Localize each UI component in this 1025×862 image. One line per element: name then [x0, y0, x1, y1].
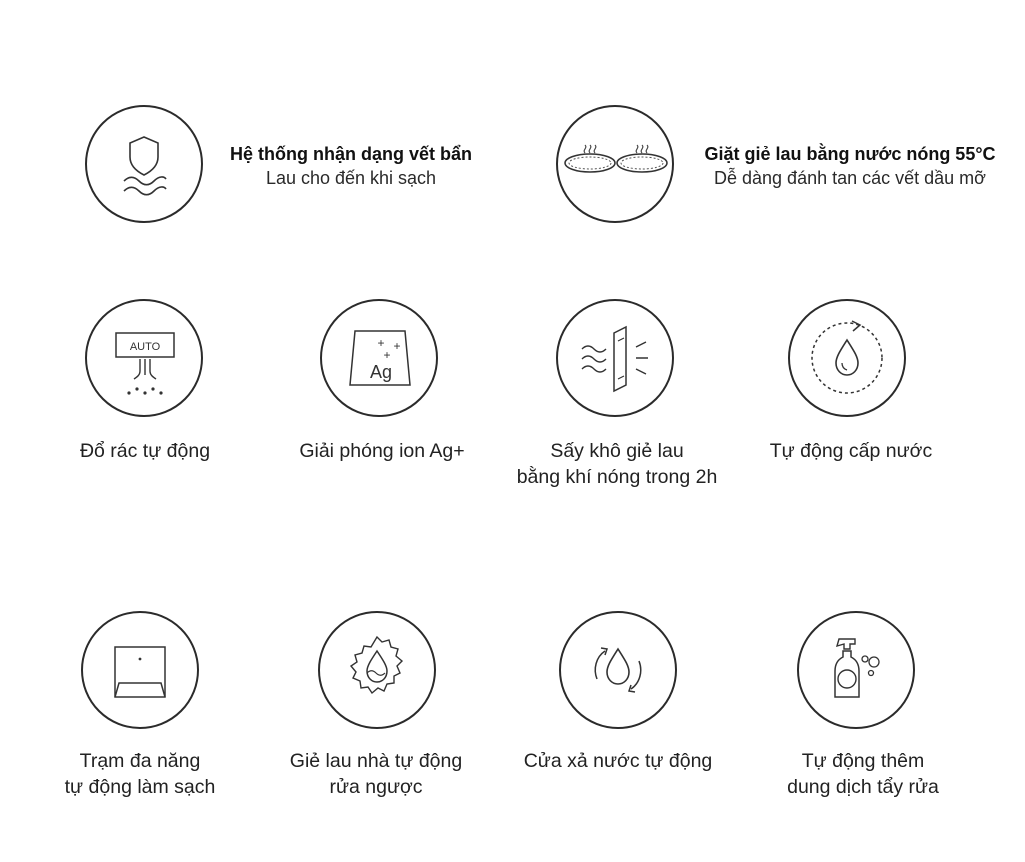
feature-subtitle: Dễ dàng đánh tan các vết dầu mỡ — [714, 168, 986, 188]
label-base-station: Trạm đa năng tự động làm sạch — [20, 748, 260, 800]
silver-ion-icon-circle: Ag + + + — [320, 299, 438, 417]
label-line2: bằng khí nóng trong 2h — [516, 466, 718, 488]
auto-empty-icon-circle: AUTO — [85, 299, 203, 417]
hot-mop-pads-icon-circle — [556, 105, 674, 223]
feature-hot-water-wash: Giặt giẻ lau bằng nước nóng 55°C Dễ dàng… — [688, 142, 1012, 190]
shield-water-icon-circle — [85, 105, 203, 223]
label-line1: Cửa xả nước tự động — [523, 750, 713, 772]
water-refill-icon — [811, 320, 883, 394]
base-station-icon — [114, 646, 166, 698]
label-line1: Giải phóng ion Ag+ — [299, 440, 465, 462]
label-hot-air-dry: Sấy khô giẻ lau bằng khí nóng trong 2h — [497, 438, 737, 490]
feature-stain-detection: Hệ thống nhận dạng vết bẩn Lau cho đến k… — [210, 142, 492, 190]
label-mop-self-wash: Giẻ lau nhà tự động rửa ngược — [256, 748, 496, 800]
water-drain-cycle-icon-circle — [559, 611, 677, 729]
ag-text: Ag — [370, 362, 392, 382]
label-line1: Tự động cấp nước — [769, 440, 933, 462]
detergent-bottle-icon-circle — [797, 611, 915, 729]
label-line2: dung dịch tẩy rửa — [787, 776, 939, 798]
label-line1: Sấy khô giẻ lau — [550, 440, 684, 462]
label-water-refill: Tự động cấp nước — [731, 438, 971, 464]
label-line1: Giẻ lau nhà tự động — [289, 750, 463, 772]
feature-title: Hệ thống nhận dạng vết bẩn — [230, 144, 472, 164]
hot-air-dry-icon-circle — [556, 299, 674, 417]
svg-text:+: + — [393, 339, 400, 353]
silver-ion-icon: Ag + + + — [349, 330, 411, 386]
feature-subtitle: Lau cho đến khi sạch — [265, 168, 437, 188]
auto-empty-icon: AUTO — [115, 332, 175, 395]
detergent-bottle-icon — [834, 638, 880, 698]
label-detergent: Tự động thêm dung dịch tẩy rửa — [743, 748, 983, 800]
label-line2: rửa ngược — [329, 776, 423, 798]
label-silver-ion: Giải phóng ion Ag+ — [262, 438, 502, 464]
hot-air-dry-icon — [581, 325, 648, 393]
hot-mop-pads-icon — [564, 144, 668, 173]
auto-text: AUTO — [130, 341, 161, 353]
mop-self-wash-icon-circle — [318, 611, 436, 729]
base-station-icon-circle — [81, 611, 199, 729]
label-line1: Trạm đa năng — [79, 750, 201, 772]
shield-water-icon — [123, 136, 167, 196]
water-drain-cycle-icon — [594, 647, 642, 693]
label-water-drain: Cửa xả nước tự động — [498, 748, 738, 774]
feature-title: Giặt giẻ lau bằng nước nóng 55°C — [704, 144, 996, 164]
water-refill-icon-circle — [788, 299, 906, 417]
label-auto-empty: Đổ rác tự động — [25, 438, 265, 464]
label-line1: Đổ rác tự động — [79, 440, 211, 462]
svg-text:+: + — [383, 348, 390, 362]
label-line1: Tự động thêm — [801, 750, 925, 772]
mop-self-wash-icon — [349, 635, 404, 695]
label-line2: tự động làm sạch — [64, 776, 216, 798]
